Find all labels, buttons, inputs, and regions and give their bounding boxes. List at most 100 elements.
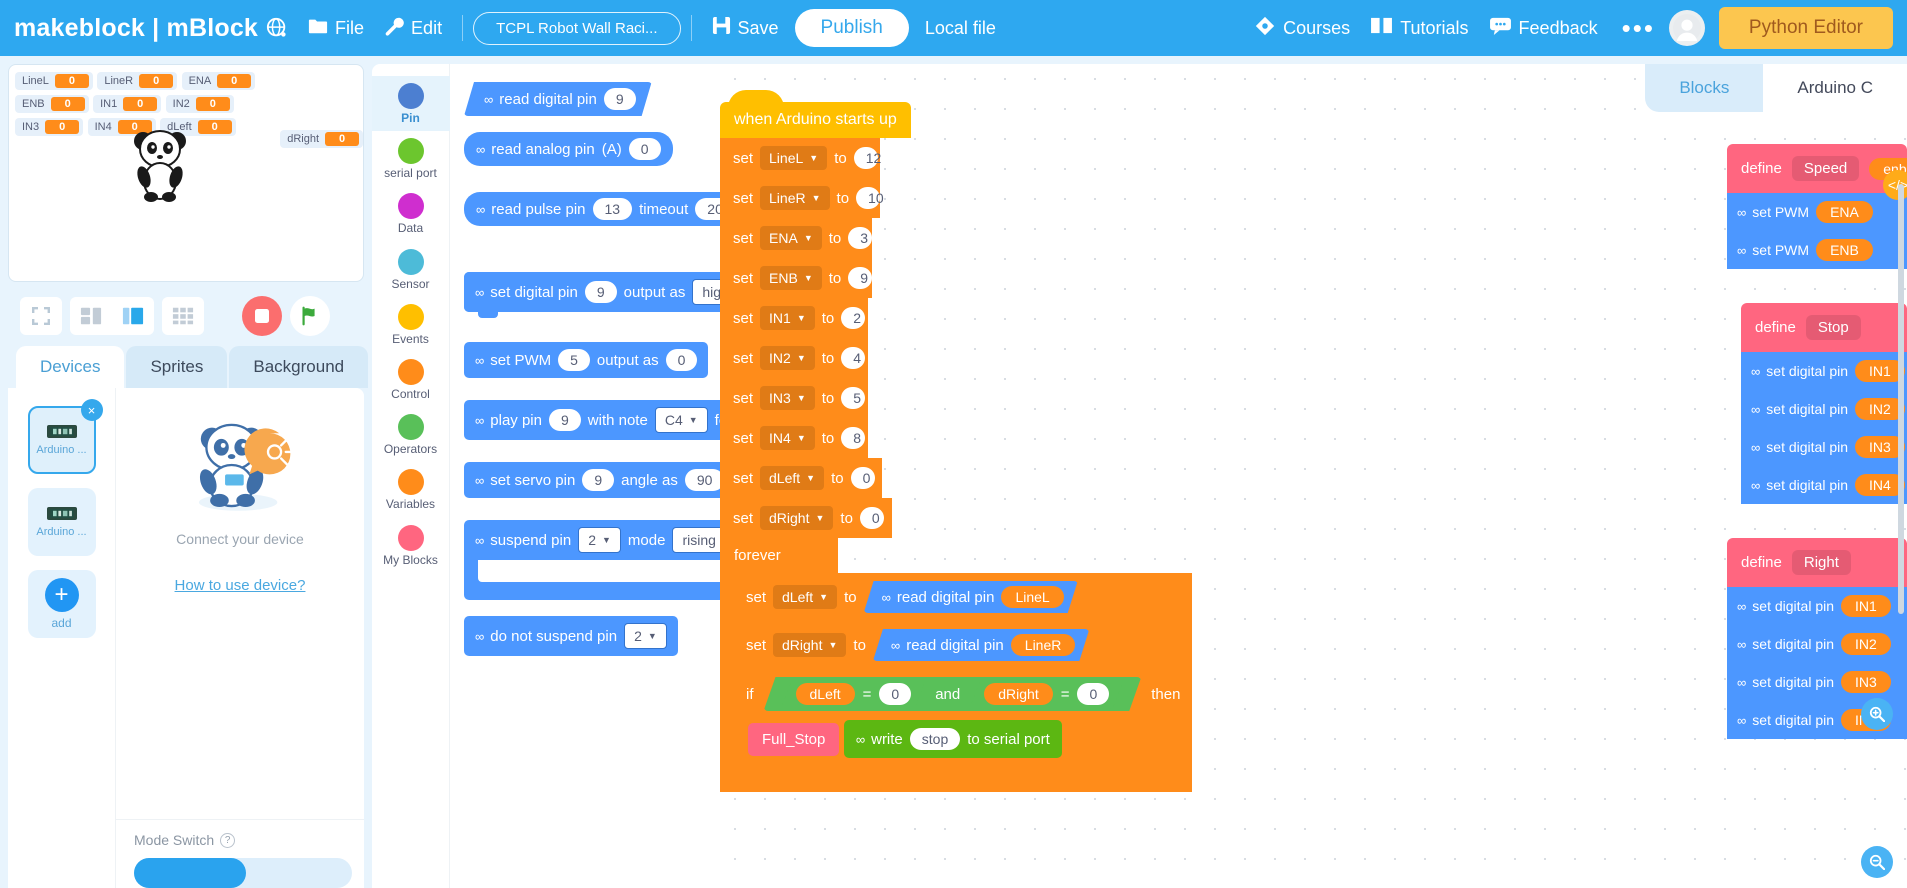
variable-monitor[interactable]: ENB 0 [15,95,89,113]
file-menu[interactable]: File [298,11,374,46]
close-icon[interactable]: × [80,399,103,421]
variable-dropdown[interactable]: dRight ▼ [760,506,834,530]
set-digital-pin-row[interactable]: ∞ set digital pin IN3 [1741,428,1907,466]
when-arduino-starts-up-hat[interactable]: when Arduino starts up [720,90,911,138]
palette-block-read-digital-pin[interactable]: ∞ read digital pin 9 [464,82,720,116]
variable-dropdown[interactable]: IN1 ▼ [760,306,815,330]
pin-dropdown[interactable]: 2 ▼ [578,527,621,553]
variable-pill[interactable]: dLeft [796,683,855,705]
tab-devices[interactable]: Devices [16,346,125,388]
category-variables[interactable]: Variables [372,462,450,517]
define-hat[interactable]: define Stop [1741,303,1907,352]
local-file-button[interactable]: Local file [915,12,1006,45]
set-pwm-row[interactable]: ∞ set PWM ENA [1727,193,1907,231]
set-digital-pin-row[interactable]: ∞ set digital pin IN1 [1727,587,1907,625]
variable-monitor[interactable]: IN3 0 [15,118,84,136]
palette-block-read-analog-pin[interactable]: ∞ read analog pin (A) 0 [464,132,720,166]
set-block[interactable]: set ENB ▼ to 9 [720,258,873,298]
tab-background[interactable]: Background [229,346,369,388]
equals-operator-right[interactable]: dRight = 0 [970,681,1123,707]
and-operator[interactable]: dLeft = 0 and dRight = 0 [764,677,1142,711]
compare-value-input[interactable]: 0 [879,683,911,705]
timeout-input[interactable]: 2000 [695,198,720,220]
variable-dropdown[interactable]: ENA ▼ [760,226,822,250]
pin-value-input[interactable]: 0 [628,138,661,160]
variable-monitor[interactable]: dRight 0 [280,130,363,148]
set-block-dright[interactable]: set dRight ▼ to ∞ read digital pin LineR [734,621,1193,669]
compare-value-input[interactable]: 0 [1077,683,1109,705]
zoom-in-icon[interactable] [1861,698,1893,730]
set-block[interactable]: set LineL ▼ to 12 [720,138,881,178]
add-device-button[interactable]: + add [27,570,96,638]
set-digital-pin-row[interactable]: ∞ set digital pin IN1 [1741,352,1907,390]
zoom-out-icon[interactable] [1861,846,1893,878]
category-operators[interactable]: Operators [372,407,450,462]
green-flag-icon[interactable] [290,296,330,336]
variable-pill[interactable]: dRight [984,683,1052,705]
project-name-field[interactable]: TCPL Robot Wall Raci... [473,11,681,45]
pin-value-input[interactable]: 13 [592,198,633,220]
set-block[interactable]: set IN3 ▼ to 5 [720,378,868,418]
variable-pill[interactable]: IN2 [1841,633,1891,655]
value-input[interactable]: 8 [841,427,866,449]
set-block[interactable]: set IN1 ▼ to 2 [720,298,868,338]
variable-dropdown[interactable]: ENB ▼ [760,266,822,290]
forever-block-head[interactable]: forever [720,538,838,573]
pin-value-input[interactable]: 5 [558,349,590,371]
variable-pill[interactable]: IN1 [1841,595,1891,617]
variable-pill[interactable]: LineR [1011,634,1076,656]
tab-arduino-c[interactable]: Arduino C [1763,64,1907,112]
define-hat[interactable]: define Speed enb [1727,144,1907,193]
pin-dropdown[interactable]: 2 ▼ [624,623,667,649]
category-control[interactable]: Control [372,352,450,407]
definition-stop[interactable]: define Stop ∞ set digital pin IN1 ∞ set … [1741,303,1907,504]
tab-blocks[interactable]: Blocks [1645,64,1764,112]
read-digital-pin-reporter[interactable]: ∞ read digital pin LineL [864,581,1078,613]
large-stage-layout-icon[interactable] [162,297,204,335]
pin-value-input[interactable]: 9 [604,88,636,110]
palette-block-suspend-pin[interactable]: ∞ suspend pin 2 ▼ mode rising edge [464,520,720,600]
write-to-serial-block[interactable]: ∞ write stop to serial port [843,720,1062,758]
value-input[interactable]: 4 [841,347,866,369]
variable-pill[interactable]: IN3 [1841,671,1891,693]
output-dropdown[interactable]: high [692,279,720,305]
set-block[interactable]: set dRight ▼ to 0 [720,498,892,538]
more-menu-button[interactable]: ••• [1608,15,1669,41]
category-my-blocks[interactable]: My Blocks [372,518,450,573]
equals-operator-left[interactable]: dLeft = 0 [782,681,926,707]
variable-monitor[interactable]: IN2 0 [165,95,234,113]
palette-block-do-not-suspend-pin[interactable]: ∞ do not suspend pin 2 ▼ [464,616,720,656]
value-input[interactable]: 0 [850,467,875,489]
edit-menu[interactable]: Edit [374,10,452,47]
value-input[interactable]: 0 [859,507,884,529]
set-block[interactable]: set IN2 ▼ to 4 [720,338,868,378]
set-block[interactable]: set dLeft ▼ to 0 [720,458,882,498]
category-serial-port[interactable]: serial port [372,131,450,186]
variable-dropdown[interactable]: LineL ▼ [760,146,828,170]
category-pin[interactable]: Pin [371,76,450,132]
pin-value-input[interactable]: 9 [582,469,615,491]
read-digital-pin-reporter[interactable]: ∞ read digital pin LineR [873,629,1089,661]
variable-dropdown[interactable]: IN3 ▼ [760,386,815,410]
variable-monitor[interactable]: LineL 0 [15,72,93,90]
block-palette[interactable]: ∞ read digital pin 9 ∞ read analog pin (… [450,64,720,888]
set-digital-pin-row[interactable]: ∞ set digital pin IN2 [1727,625,1907,663]
python-editor-button[interactable]: Python Editor [1718,7,1893,49]
set-block[interactable]: set LineR ▼ to 10 [720,178,884,218]
value-input[interactable]: 2 [841,307,866,329]
palette-block-set-servo-pin[interactable]: ∞ set servo pin 9 angle as 90 [464,462,720,498]
value-input[interactable]: 3 [848,227,873,249]
question-mark-icon[interactable]: ? [220,832,236,848]
tutorials-link[interactable]: Tutorials [1360,10,1478,46]
set-block-dleft[interactable]: set dLeft ▼ to ∞ read digital pin LineL [734,573,1193,621]
stop-icon[interactable] [242,296,282,336]
device-card-arduino-2[interactable]: Arduino ... [27,488,96,556]
category-sensor[interactable]: Sensor [372,242,450,297]
variable-pill[interactable]: LineL [1001,586,1063,608]
fullscreen-icon[interactable] [20,297,62,335]
publish-button[interactable]: Publish [794,9,909,47]
palette-block-set-pwm[interactable]: ∞ set PWM 5 output as 0 [464,342,720,378]
main-script[interactable]: when Arduino starts up set LineL ▼ to 12 … [720,90,1193,792]
variable-pill[interactable]: ENA [1816,201,1873,223]
category-data[interactable]: Data [372,186,450,241]
